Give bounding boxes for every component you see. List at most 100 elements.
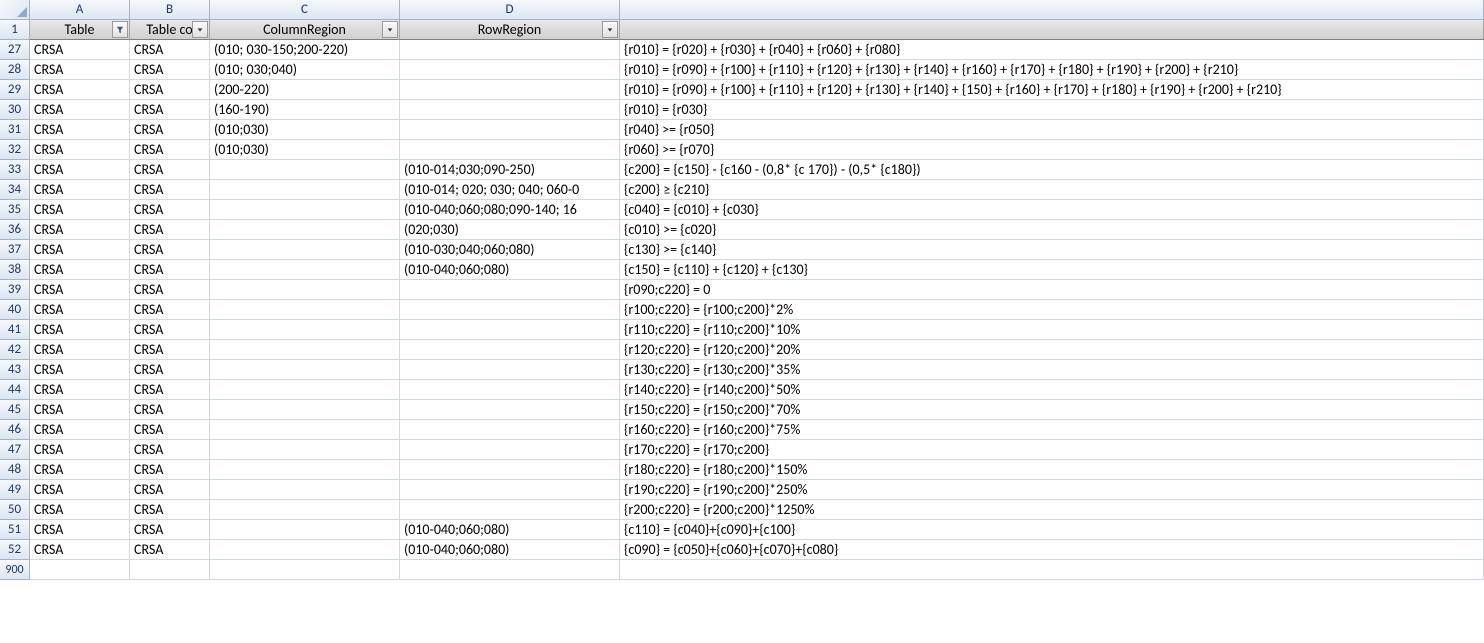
cell-A[interactable]: CRSA <box>30 420 130 440</box>
filter-header-table[interactable]: Table <box>30 20 130 40</box>
cell-D[interactable] <box>400 440 620 460</box>
cell-B[interactable]: CRSA <box>130 240 210 260</box>
cell-B[interactable]: CRSA <box>130 40 210 60</box>
cell-B[interactable]: CRSA <box>130 340 210 360</box>
cell-C[interactable]: (010; 030-150;200-220) <box>210 40 400 60</box>
row-header-35[interactable]: 35 <box>0 200 30 220</box>
cell-B[interactable]: CRSA <box>130 420 210 440</box>
row-header-1[interactable]: 1 <box>0 20 30 40</box>
cell-A[interactable]: CRSA <box>30 540 130 560</box>
cell-C[interactable] <box>210 160 400 180</box>
row-header-48[interactable]: 48 <box>0 460 30 480</box>
cell-D[interactable] <box>400 560 620 580</box>
cell-A[interactable]: CRSA <box>30 120 130 140</box>
spreadsheet-grid[interactable]: A B C D 1 Table Table co ColumnRegion Ro… <box>0 0 1484 580</box>
cell-E[interactable]: {c200} = {c150} - {c160 - (0,8* {c 170})… <box>620 160 1484 180</box>
cell-C[interactable] <box>210 260 400 280</box>
column-header-A[interactable]: A <box>30 0 130 20</box>
row-header-28[interactable]: 28 <box>0 60 30 80</box>
cell-E[interactable]: {r060} >= {r070} <box>620 140 1484 160</box>
cell-C[interactable] <box>210 320 400 340</box>
cell-E[interactable]: {c130} >= {c140} <box>620 240 1484 260</box>
cell-E[interactable]: {r160;c220} = {r160;c200}*75% <box>620 420 1484 440</box>
cell-A[interactable]: CRSA <box>30 200 130 220</box>
column-header-B[interactable]: B <box>130 0 210 20</box>
cell-A[interactable]: CRSA <box>30 260 130 280</box>
cell-A[interactable]: CRSA <box>30 60 130 80</box>
cell-C[interactable] <box>210 360 400 380</box>
cell-B[interactable]: CRSA <box>130 120 210 140</box>
cell-E[interactable]: {r100;c220} = {r100;c200}*2% <box>620 300 1484 320</box>
cell-D[interactable]: (010-030;040;060;080) <box>400 240 620 260</box>
cell-B[interactable]: CRSA <box>130 160 210 180</box>
cell-E[interactable]: {r200;c220} = {r200;c200}*1250% <box>620 500 1484 520</box>
cell-D[interactable]: (020;030) <box>400 220 620 240</box>
cell-A[interactable]: CRSA <box>30 340 130 360</box>
cell-A[interactable]: CRSA <box>30 400 130 420</box>
row-header-32[interactable]: 32 <box>0 140 30 160</box>
cell-C[interactable] <box>210 280 400 300</box>
cell-C[interactable] <box>210 220 400 240</box>
row-header-41[interactable]: 41 <box>0 320 30 340</box>
cell-A[interactable]: CRSA <box>30 360 130 380</box>
cell-C[interactable] <box>210 340 400 360</box>
cell-A[interactable] <box>30 560 130 580</box>
cell-B[interactable]: CRSA <box>130 80 210 100</box>
cell-B[interactable]: CRSA <box>130 220 210 240</box>
cell-E[interactable]: {r110;c220} = {r110;c200}*10% <box>620 320 1484 340</box>
cell-C[interactable]: (010; 030;040) <box>210 60 400 80</box>
cell-E[interactable]: {r090;c220} = 0 <box>620 280 1484 300</box>
cell-C[interactable] <box>210 380 400 400</box>
cell-B[interactable]: CRSA <box>130 260 210 280</box>
cell-C[interactable]: (010;030) <box>210 140 400 160</box>
filter-dropdown-rowregion[interactable] <box>602 21 618 38</box>
cell-C[interactable] <box>210 520 400 540</box>
select-all-corner[interactable] <box>0 0 30 20</box>
cell-D[interactable] <box>400 360 620 380</box>
cell-B[interactable]: CRSA <box>130 480 210 500</box>
cell-E[interactable]: {r010} = {r030} <box>620 100 1484 120</box>
row-header-37[interactable]: 37 <box>0 240 30 260</box>
column-header-rest[interactable] <box>620 0 1484 20</box>
cell-B[interactable]: CRSA <box>130 100 210 120</box>
cell-B[interactable]: CRSA <box>130 400 210 420</box>
cell-D[interactable] <box>400 320 620 340</box>
cell-C[interactable]: (200-220) <box>210 80 400 100</box>
filter-dropdown-table[interactable] <box>112 21 128 38</box>
cell-B[interactable]: CRSA <box>130 440 210 460</box>
cell-C[interactable] <box>210 500 400 520</box>
row-header-29[interactable]: 29 <box>0 80 30 100</box>
row-header-49[interactable]: 49 <box>0 480 30 500</box>
cell-E[interactable]: {c200} ≥ {c210} <box>620 180 1484 200</box>
cell-D[interactable]: (010-040;060;080;090-140; 16 <box>400 200 620 220</box>
cell-A[interactable]: CRSA <box>30 320 130 340</box>
row-header-51[interactable]: 51 <box>0 520 30 540</box>
cell-D[interactable]: (010-040;060;080) <box>400 260 620 280</box>
cell-C[interactable] <box>210 200 400 220</box>
cell-D[interactable] <box>400 140 620 160</box>
cell-C[interactable] <box>210 460 400 480</box>
cell-B[interactable]: CRSA <box>130 200 210 220</box>
cell-D[interactable] <box>400 500 620 520</box>
row-header-45[interactable]: 45 <box>0 400 30 420</box>
row-header-40[interactable]: 40 <box>0 300 30 320</box>
row-header-46[interactable]: 46 <box>0 420 30 440</box>
cell-D[interactable]: (010-040;060;080) <box>400 540 620 560</box>
cell-E[interactable]: {c110} = {c040}+{c090}+{c100} <box>620 520 1484 540</box>
row-header-47[interactable]: 47 <box>0 440 30 460</box>
cell-B[interactable]: CRSA <box>130 280 210 300</box>
cell-A[interactable]: CRSA <box>30 220 130 240</box>
cell-A[interactable]: CRSA <box>30 300 130 320</box>
filter-dropdown-tableco[interactable] <box>192 21 208 38</box>
filter-header-tableco[interactable]: Table co <box>130 20 210 40</box>
cell-D[interactable] <box>400 60 620 80</box>
cell-B[interactable]: CRSA <box>130 500 210 520</box>
cell-D[interactable] <box>400 120 620 140</box>
cell-B[interactable]: CRSA <box>130 180 210 200</box>
cell-E[interactable]: {c090} = {c050}+{c060}+{c070}+{c080} <box>620 540 1484 560</box>
cell-C[interactable] <box>210 420 400 440</box>
cell-D[interactable]: (010-014; 020; 030; 040; 060-0 <box>400 180 620 200</box>
cell-A[interactable]: CRSA <box>30 380 130 400</box>
cell-D[interactable] <box>400 380 620 400</box>
row-header-50[interactable]: 50 <box>0 500 30 520</box>
